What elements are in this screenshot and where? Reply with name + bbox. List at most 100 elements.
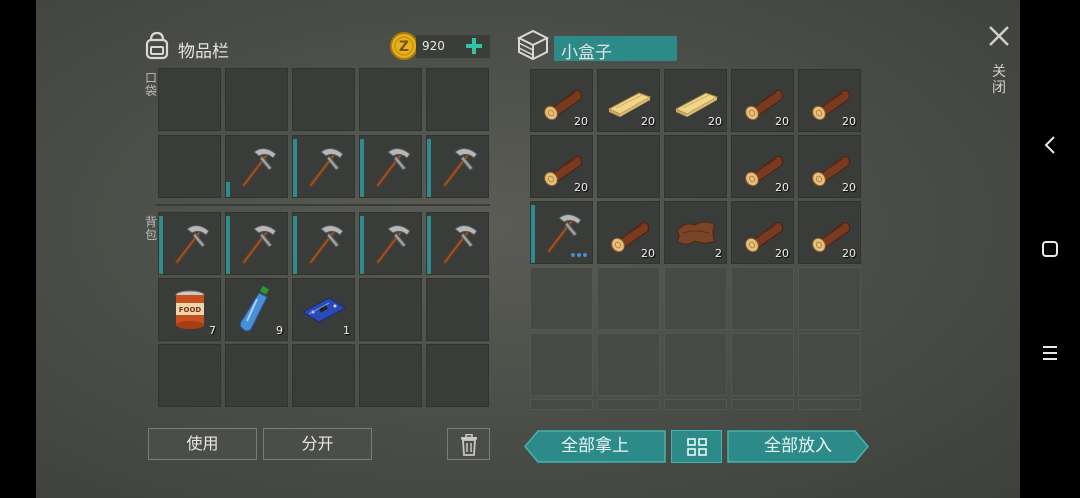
backpack-slot[interactable]	[225, 212, 288, 275]
container-empty-slot[interactable]	[798, 399, 861, 410]
sort-button[interactable]	[671, 430, 722, 463]
container-empty-slot[interactable]	[530, 267, 593, 330]
container-empty-slot[interactable]	[731, 333, 794, 396]
backpack-slot[interactable]	[359, 344, 422, 407]
container-empty-slot[interactable]	[731, 267, 794, 330]
container-slot[interactable]: 20	[731, 201, 794, 264]
backpack-slot[interactable]	[292, 344, 355, 407]
pickaxe-icon	[366, 219, 416, 269]
container-empty-slot[interactable]	[798, 333, 861, 396]
use-button[interactable]: 使用	[148, 428, 257, 460]
coin-amount: 920	[422, 39, 445, 53]
backpack-slot[interactable]	[426, 344, 489, 407]
item-count: 20	[775, 247, 789, 260]
backpack-slot[interactable]: FOOD 7	[158, 278, 221, 341]
container-empty-slot[interactable]	[597, 333, 660, 396]
container-empty-slot[interactable]	[664, 399, 727, 410]
backpack-label: 背包	[144, 215, 157, 242]
put-all-button[interactable]: 全部放入	[727, 430, 869, 463]
split-button[interactable]: 分开	[263, 428, 372, 460]
pocket-slot[interactable]	[225, 68, 288, 131]
container-empty-slot[interactable]	[664, 267, 727, 330]
durability-bar	[531, 205, 535, 263]
container-slot[interactable]	[664, 135, 727, 198]
backpack-slot[interactable]	[225, 344, 288, 407]
box-icon	[515, 28, 551, 62]
sort-icon	[687, 438, 707, 456]
container-slot[interactable]: 20	[731, 69, 794, 132]
backpack-slot[interactable]	[359, 212, 422, 275]
pocket-slot[interactable]	[158, 68, 221, 131]
item-count: 2	[715, 247, 722, 260]
item-count: 20	[842, 115, 856, 128]
pocket-slot[interactable]	[292, 68, 355, 131]
container-empty-slot[interactable]	[664, 333, 727, 396]
pocket-slot[interactable]	[158, 135, 221, 198]
pocket-divider	[156, 204, 490, 206]
durability-bar	[159, 216, 163, 274]
container-empty-slot[interactable]	[530, 399, 593, 410]
container-slot[interactable]: 20	[530, 69, 593, 132]
backpack-slot[interactable]	[292, 212, 355, 275]
container-empty-slot[interactable]	[731, 399, 794, 410]
svg-text:Z: Z	[399, 39, 409, 55]
backpack-slot[interactable]: 1	[292, 278, 355, 341]
item-count: 20	[842, 181, 856, 194]
durability-bar	[293, 139, 297, 197]
home-icon[interactable]	[1020, 238, 1080, 260]
pocket-slot[interactable]	[426, 135, 489, 198]
container-slot[interactable]: 20	[798, 135, 861, 198]
pickaxe-icon	[433, 219, 483, 269]
pocket-slot[interactable]	[292, 135, 355, 198]
backpack-slot[interactable]	[426, 278, 489, 341]
container-slot[interactable]: 20	[664, 69, 727, 132]
pocket-slot[interactable]	[426, 68, 489, 131]
pocket-slot[interactable]	[359, 68, 422, 131]
container-slot[interactable]: 2	[664, 201, 727, 264]
trash-icon	[459, 434, 479, 456]
durability-bar	[360, 216, 364, 274]
back-icon[interactable]	[1020, 133, 1080, 157]
pickaxe-icon	[537, 208, 587, 258]
container-slot[interactable]	[530, 201, 593, 264]
durability-bar	[360, 139, 364, 197]
item-count: 20	[574, 115, 588, 128]
pocket-slot[interactable]	[359, 135, 422, 198]
container-empty-slot[interactable]	[530, 333, 593, 396]
menu-icon[interactable]	[1020, 342, 1080, 364]
item-count: 20	[842, 247, 856, 260]
close-icon[interactable]	[987, 24, 1011, 48]
pickaxe-icon	[299, 142, 349, 192]
container-empty-slot[interactable]	[798, 267, 861, 330]
container-slot[interactable]	[597, 135, 660, 198]
container-title: 小盒子	[561, 43, 612, 63]
pickaxe-icon	[165, 219, 215, 269]
pocket-label: 口袋	[144, 71, 157, 98]
plus-icon[interactable]	[463, 35, 485, 57]
container-slot[interactable]: 20	[798, 69, 861, 132]
container-slot[interactable]: 20	[597, 69, 660, 132]
backpack-slot[interactable]: 9	[225, 278, 288, 341]
container-slot[interactable]: 20	[731, 135, 794, 198]
close-label[interactable]: 关闭	[991, 64, 1007, 96]
item-count: 7	[209, 324, 216, 337]
backpack-slot[interactable]	[426, 212, 489, 275]
durability-bar	[226, 216, 230, 274]
pickaxe-icon	[232, 219, 282, 269]
container-slot[interactable]: 20	[597, 201, 660, 264]
item-count: 20	[708, 115, 722, 128]
item-count: 20	[574, 181, 588, 194]
backpack-slot[interactable]	[158, 344, 221, 407]
canned-food-icon: FOOD	[170, 287, 210, 333]
backpack-slot[interactable]	[158, 212, 221, 275]
container-slot[interactable]: 20	[798, 201, 861, 264]
delete-button[interactable]	[447, 428, 490, 460]
container-empty-slot[interactable]	[597, 267, 660, 330]
pocket-slot[interactable]	[225, 135, 288, 198]
take-all-label: 全部拿上	[561, 436, 629, 456]
durability-bar	[226, 182, 230, 197]
container-empty-slot[interactable]	[597, 399, 660, 410]
take-all-button[interactable]: 全部拿上	[524, 430, 666, 463]
backpack-slot[interactable]	[359, 278, 422, 341]
container-slot[interactable]: 20	[530, 135, 593, 198]
